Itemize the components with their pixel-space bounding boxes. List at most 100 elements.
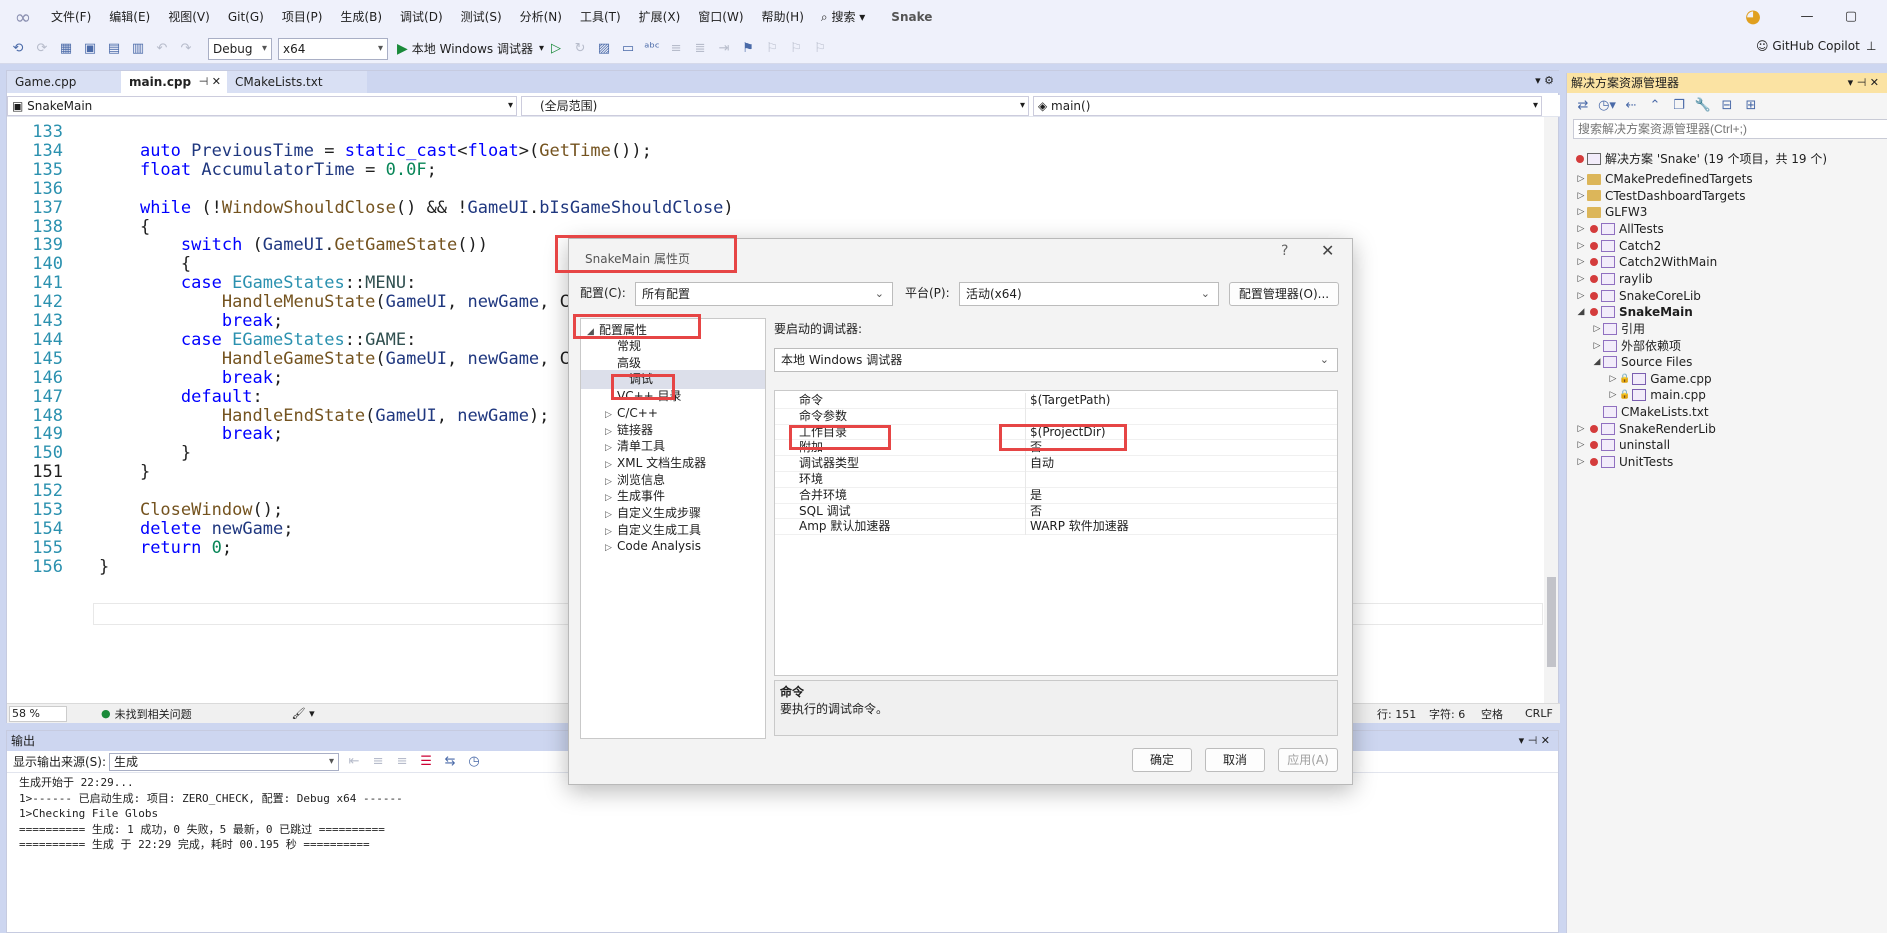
run-debugger-button[interactable]: ▶ 本地 Windows 调试器 ▾ <box>397 40 544 57</box>
folder-view-icon[interactable]: ▨ <box>594 39 614 59</box>
preview-icon[interactable]: ⊟ <box>1717 96 1737 116</box>
menu-item[interactable]: 生成(B) <box>331 0 391 34</box>
spellcheck-icon[interactable]: ᵃᵇᶜ <box>642 39 662 59</box>
solution-root[interactable]: 解决方案 'Snake' (19 个项目，共 19 个) <box>1573 149 1827 169</box>
maximize-button[interactable]: ▢ <box>1829 0 1873 34</box>
property-row[interactable]: 调试器类型 自动 <box>775 456 1337 472</box>
comment-icon[interactable]: ≡ <box>666 39 686 59</box>
property-row[interactable]: 环境 <box>775 472 1337 488</box>
property-row[interactable]: 合并环境 是 <box>775 487 1337 504</box>
member-combo[interactable]: ◈ main() <box>1033 96 1542 116</box>
history-icon[interactable]: ◷▾ <box>1597 96 1617 116</box>
menu-item[interactable]: 调试(D) <box>391 0 452 34</box>
close-icon[interactable]: ✕ <box>1321 241 1334 260</box>
folder-icon <box>1587 190 1601 202</box>
menu-item[interactable]: 帮助(H) <box>753 0 813 34</box>
config-manager-button[interactable]: 配置管理器(O)... <box>1229 282 1339 306</box>
solution-search-input[interactable] <box>1573 119 1887 139</box>
scrollbar-thumb[interactable] <box>1547 577 1556 667</box>
property-row[interactable]: 命令参数 <box>775 408 1337 425</box>
scope-combo[interactable]: (全局范围) <box>521 96 1029 116</box>
property-row[interactable]: Amp 默认加速器 WARP 软件加速器 <box>775 519 1337 536</box>
menu-item[interactable]: 分析(N) <box>511 0 571 34</box>
bookmark-icon[interactable]: ⚑ <box>738 39 758 59</box>
menu-item[interactable]: Git(G) <box>219 0 273 34</box>
cancel-button[interactable]: 取消 <box>1205 748 1265 772</box>
config-select[interactable]: 所有配置 ⌄ <box>635 282 893 306</box>
panel-controls-icon[interactable]: ▾ ⊣ ✕ <box>1848 73 1879 93</box>
expand-icon[interactable]: ▷ <box>1575 452 1587 472</box>
redo-icon[interactable]: ↷ <box>176 39 196 59</box>
indent-icon[interactable]: ⇥ <box>714 39 734 59</box>
menu-item[interactable]: 文件(F) <box>42 0 100 34</box>
github-copilot-button[interactable]: ☺ GitHub Copilot <box>1756 39 1860 53</box>
property-row[interactable]: 命令 $(TargetPath) <box>775 393 1337 409</box>
expanded-icon[interactable]: ◢ <box>1591 352 1603 372</box>
find-icon[interactable]: ⇤ <box>344 752 364 772</box>
menu-item[interactable]: 工具(T) <box>571 0 630 34</box>
tab-label: CMakeLists.txt <box>235 75 323 89</box>
uncomment-icon[interactable]: ≣ <box>690 39 710 59</box>
layout-icon[interactable]: ▭ <box>618 39 638 59</box>
timestamp-icon[interactable]: ◷ <box>464 752 484 772</box>
clear-all-icon[interactable]: ☰ <box>416 752 436 772</box>
project-icon <box>1601 439 1615 452</box>
project-icon <box>1601 256 1615 269</box>
account-icon[interactable]: ◕ <box>1731 0 1775 34</box>
debugger-select[interactable]: 本地 Windows 调试器 ⌄ <box>774 348 1338 372</box>
zoom-select[interactable]: 58 % <box>9 705 67 722</box>
menu-item[interactable]: 项目(P) <box>273 0 332 34</box>
next-message-icon[interactable]: ≡ <box>392 752 412 772</box>
properties-icon[interactable]: 🔧 <box>1693 96 1713 116</box>
menu-item[interactable]: 窗口(W) <box>689 0 752 34</box>
pin-icon[interactable]: ⊥ <box>1866 39 1876 53</box>
switch-view-icon[interactable]: ⊞ <box>1741 96 1761 116</box>
bookmark-clear-icon[interactable]: ⚐ <box>810 39 830 59</box>
configuration-select[interactable]: Debug <box>208 37 272 60</box>
tree-item[interactable]: ▷ UnitTests <box>1575 452 1674 472</box>
sync-icon[interactable]: ⇄ <box>1573 96 1593 116</box>
close-icon[interactable]: ⊣ ✕ <box>199 71 221 93</box>
output-source-select[interactable]: 生成 <box>109 752 340 771</box>
save-all-icon[interactable]: ▥ <box>128 39 148 59</box>
property-row[interactable]: SQL 调试 否 <box>775 503 1337 520</box>
back-icon[interactable]: ⇠ <box>1621 96 1641 116</box>
project-combo[interactable]: ▣ SnakeMain <box>7 96 517 116</box>
apply-button[interactable]: 应用(A) <box>1278 748 1338 772</box>
menu-item[interactable]: 扩展(X) <box>630 0 690 34</box>
hot-reload-icon[interactable]: ↻ <box>570 39 590 59</box>
minimize-button[interactable]: — <box>1785 0 1829 34</box>
collapse-icon[interactable]: ⌃ <box>1645 96 1665 116</box>
editor-scrollbar[interactable] <box>1544 117 1558 703</box>
copy-icon[interactable]: ❐ <box>1669 96 1689 116</box>
new-item-icon[interactable]: ▦ <box>56 39 76 59</box>
tree-item[interactable]: ▷ Code Analysis <box>605 537 701 556</box>
issues-status[interactable]: 未找到相关问题 <box>115 706 192 722</box>
line-number: 134 <box>32 140 63 161</box>
word-wrap-icon[interactable]: ⇆ <box>440 752 460 772</box>
undo-icon[interactable]: ↶ <box>152 39 172 59</box>
back-icon[interactable]: ⟲ <box>8 39 28 59</box>
brush-icon[interactable]: 🖌 ▾ <box>292 707 315 720</box>
platform-select[interactable]: x64 <box>278 37 388 60</box>
platform-select[interactable]: 活动(x64) ⌄ <box>959 282 1219 306</box>
menu-item[interactable]: 视图(V) <box>159 0 219 34</box>
tab-game-cpp[interactable]: Game.cpp <box>7 71 121 93</box>
ok-button[interactable]: 确定 <box>1132 748 1192 772</box>
tab-main-cpp[interactable]: main.cpp ⊣ ✕ <box>121 71 227 93</box>
menu-item[interactable]: 编辑(E) <box>100 0 159 34</box>
search-menu[interactable]: ⌕ 搜索 ▾ <box>813 0 873 34</box>
open-icon[interactable]: ▣ <box>80 39 100 59</box>
prev-message-icon[interactable]: ≡ <box>368 752 388 772</box>
save-icon[interactable]: ▤ <box>104 39 124 59</box>
tab-cmakelists[interactable]: CMakeLists.txt <box>227 71 367 93</box>
expanded-icon[interactable]: ◢ <box>1575 302 1587 322</box>
start-without-debug-icon[interactable]: ▷ <box>546 39 566 59</box>
forward-icon[interactable]: ⟳ <box>32 39 52 59</box>
panel-controls-icon[interactable]: ▾ ⊣ ✕ <box>1519 731 1550 751</box>
bookmark-prev-icon[interactable]: ⚐ <box>762 39 782 59</box>
menu-item[interactable]: 测试(S) <box>452 0 511 34</box>
help-button[interactable]: ? <box>1281 243 1288 259</box>
bookmark-next-icon[interactable]: ⚐ <box>786 39 806 59</box>
tab-overflow-icon[interactable]: ▾ ⚙ <box>1535 74 1554 87</box>
